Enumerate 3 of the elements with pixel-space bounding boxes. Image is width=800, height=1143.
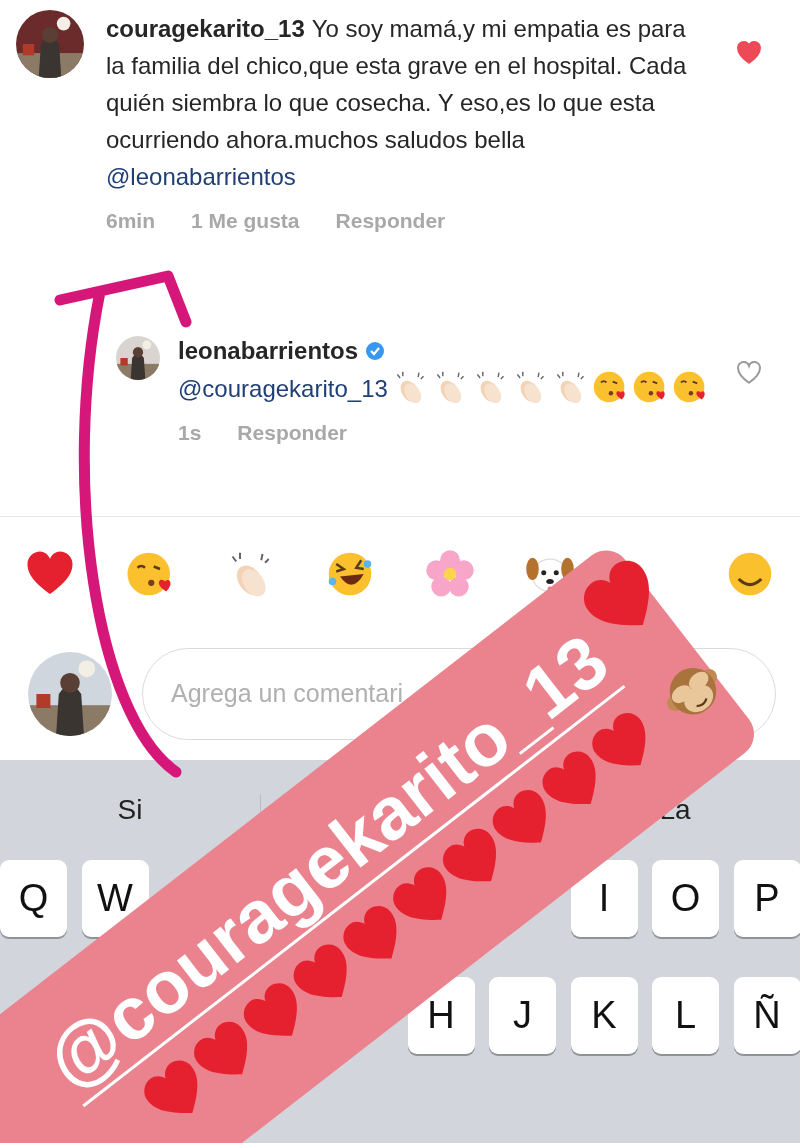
- comment-text: couragekarito_13 Yo soy mamá,y mi empatia es para la familia del chico,que esta grave en el hospital. Cada quién siembra lo que cosecha. Y eso,es lo que esta ocurriendo ahora.muchos saludos bella @leonabarrientos: [106, 14, 688, 192]
- comment-time: 1s: [178, 421, 202, 445]
- comment-time: 6min: [106, 209, 155, 233]
